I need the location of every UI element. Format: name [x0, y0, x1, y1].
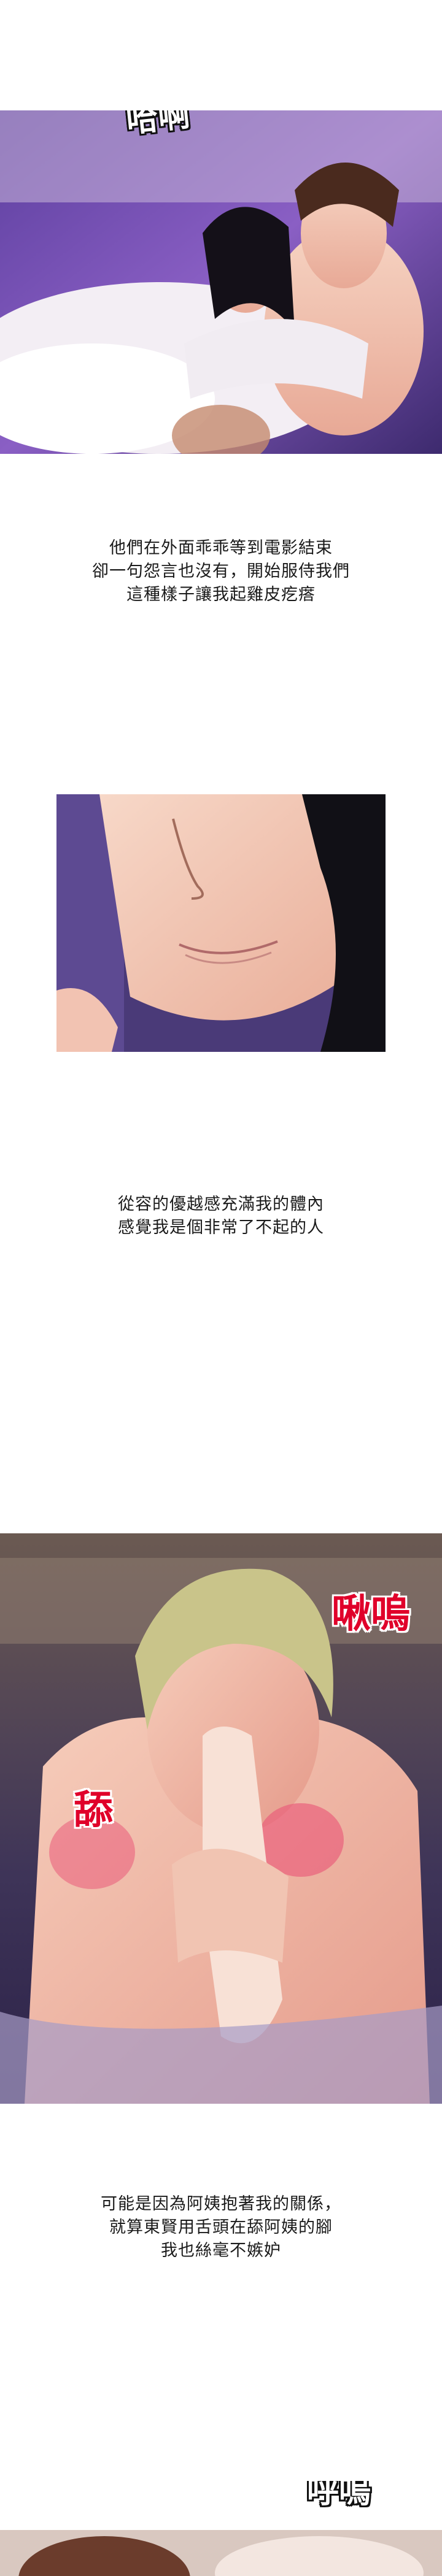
caption-line: 卻一句怨言也沒有，開始服侍我們: [92, 562, 350, 581]
caption-line: 可能是因為阿姨抱著我的關係，: [101, 2195, 341, 2214]
caption-line: 我也絲毫不嫉妒: [161, 2241, 281, 2260]
caption-line: 就算東賢用舌頭在舔阿姨的腳: [109, 2218, 333, 2237]
comic-panel-bottom: 呼嗚: [0, 2481, 442, 2576]
panel-bottom-art: [0, 2481, 442, 2576]
caption-line: 這種樣子讓我起雞皮疙瘩: [126, 585, 316, 604]
sfx-chuu: 啾嗚: [332, 1592, 410, 1637]
narration-caption-1: 他們在外面乖乖等到電影結束 卻一句怨言也沒有，開始服侍我們 這種樣子讓我起雞皮疙…: [0, 537, 442, 607]
comic-panel-couple-bed: 哈啊: [0, 110, 442, 454]
caption-line: 從容的優越感充滿我的體內: [118, 1195, 324, 1214]
comic-panel-foot: 啾嗚 舔: [0, 1533, 442, 2104]
sfx-lick: 舔: [74, 1788, 113, 1833]
caption-line: 他們在外面乖乖等到電影結束: [109, 539, 333, 558]
panel-smile-closeup-art: [56, 794, 386, 1052]
sfx-huu: 呼嗚: [307, 2481, 371, 2510]
webtoon-page: 哈啊 他們在外面乖乖等到電影結束 卻一句怨言也沒有，開始服侍我們 這種樣子讓我起…: [0, 0, 442, 2576]
narration-caption-3: 可能是因為阿姨抱著我的關係， 就算東賢用舌頭在舔阿姨的腳 我也絲毫不嫉妒: [0, 2193, 442, 2263]
narration-caption-2: 從容的優越感充滿我的體內 感覺我是個非常了不起的人: [0, 1193, 442, 1240]
comic-panel-smile-closeup: [56, 794, 386, 1052]
caption-line: 感覺我是個非常了不起的人: [118, 1218, 324, 1237]
panel-couple-bed-art: [0, 110, 442, 454]
